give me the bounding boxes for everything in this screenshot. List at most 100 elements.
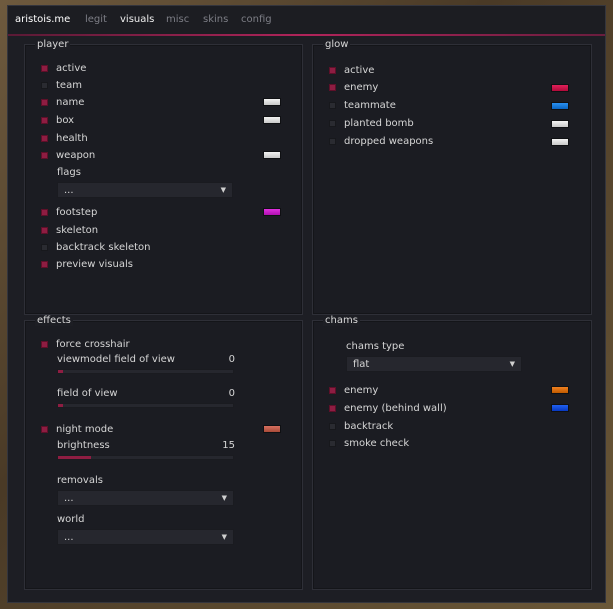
player-weapon-row[interactable]: weapon [41, 148, 95, 162]
viewmodel-fov-value: 0 [228, 354, 235, 365]
player-health-checkbox[interactable] [41, 134, 48, 142]
chams-enemy-checkbox[interactable] [329, 386, 336, 394]
chams-enemy-behind-wall-checkbox[interactable] [329, 404, 336, 412]
fov-value: 0 [228, 388, 235, 399]
glow-teammate-color-swatch[interactable] [551, 102, 569, 110]
chams-enemy-behind-wall-label: enemy (behind wall) [344, 402, 447, 414]
viewmodel-fov-label: viewmodel field of view [57, 354, 175, 365]
glow-enemy-row[interactable]: enemy [329, 80, 378, 94]
player-team-checkbox[interactable] [41, 81, 48, 89]
player-name-checkbox[interactable] [41, 98, 48, 106]
chevron-down-icon: ▼ [220, 186, 226, 194]
player-footstep-color-swatch[interactable] [263, 208, 281, 216]
brand-logo: aristois.me [15, 14, 71, 25]
player-box-row[interactable]: box [41, 113, 74, 127]
player-preview-visuals-checkbox[interactable] [41, 260, 48, 268]
flags-dropdown[interactable]: ... ▼ [57, 182, 233, 198]
player-name-label: name [56, 96, 85, 108]
player-skeleton-checkbox[interactable] [41, 226, 48, 234]
effects-panel: effects force crosshair viewmodel field … [24, 315, 303, 590]
tab-skins[interactable]: skins [203, 14, 228, 25]
player-box-checkbox[interactable] [41, 116, 48, 124]
player-weapon-color-swatch[interactable] [263, 151, 281, 159]
player-active-row[interactable]: active [41, 61, 86, 75]
glow-planted-bomb-row[interactable]: planted bomb [329, 116, 414, 130]
night-mode-checkbox[interactable] [41, 425, 48, 433]
player-panel: player active team name box health weapo… [24, 39, 303, 315]
tab-visuals[interactable]: visuals [120, 14, 154, 25]
force-crosshair-label: force crosshair [56, 338, 130, 350]
glow-teammate-row[interactable]: teammate [329, 98, 396, 112]
chams-enemy-behind-wall-color-swatch[interactable] [551, 404, 569, 412]
chams-smoke-check-label: smoke check [344, 437, 410, 449]
world-dropdown-value: ... [64, 531, 74, 543]
player-backtrack-skeleton-checkbox[interactable] [41, 243, 48, 251]
player-box-color-swatch[interactable] [263, 116, 281, 124]
chams-backtrack-checkbox[interactable] [329, 422, 336, 430]
removals-dropdown[interactable]: ... ▼ [57, 490, 234, 506]
player-team-row[interactable]: team [41, 78, 82, 92]
chevron-down-icon: ▼ [509, 360, 515, 368]
chams-enemy-color-swatch[interactable] [551, 386, 569, 394]
fov-slider[interactable] [57, 403, 234, 408]
chams-backtrack-row[interactable]: backtrack [329, 419, 393, 433]
world-dropdown[interactable]: ... ▼ [57, 529, 234, 545]
player-footstep-label: footstep [56, 206, 98, 218]
player-name-color-swatch[interactable] [263, 98, 281, 106]
night-mode-color-swatch[interactable] [263, 425, 281, 433]
glow-planted-bomb-checkbox[interactable] [329, 119, 336, 127]
player-box-label: box [56, 114, 75, 126]
player-backtrack-skeleton-row[interactable]: backtrack skeleton [41, 240, 151, 254]
tab-config[interactable]: config [241, 14, 272, 25]
glow-teammate-label: teammate [344, 99, 396, 111]
chams-enemy-label: enemy [344, 384, 379, 396]
tab-legit[interactable]: legit [85, 14, 107, 25]
chams-type-dropdown[interactable]: flat ▼ [346, 356, 522, 372]
chams-enemy-behind-wall-row[interactable]: enemy (behind wall) [329, 401, 447, 415]
effects-panel-title: effects [35, 315, 73, 326]
chams-panel-title: chams [323, 315, 360, 326]
glow-active-checkbox[interactable] [329, 66, 336, 74]
chevron-down-icon: ▼ [221, 494, 227, 502]
force-crosshair-checkbox[interactable] [41, 340, 48, 348]
tab-misc[interactable]: misc [166, 14, 189, 25]
player-weapon-checkbox[interactable] [41, 151, 48, 159]
player-footstep-checkbox[interactable] [41, 208, 48, 216]
glow-teammate-checkbox[interactable] [329, 101, 336, 109]
viewmodel-fov-slider[interactable] [57, 369, 234, 374]
force-crosshair-row[interactable]: force crosshair [41, 337, 130, 351]
player-health-row[interactable]: health [41, 131, 88, 145]
chams-smoke-check-checkbox[interactable] [329, 439, 336, 447]
player-skeleton-label: skeleton [56, 224, 99, 236]
glow-enemy-color-swatch[interactable] [551, 84, 569, 92]
world-label: world [57, 514, 85, 525]
removals-dropdown-value: ... [64, 492, 74, 504]
glow-dropped-weapons-checkbox[interactable] [329, 137, 336, 145]
glow-panel-title: glow [323, 39, 351, 50]
chams-enemy-row[interactable]: enemy [329, 383, 378, 397]
glow-active-row[interactable]: active [329, 63, 374, 77]
player-active-label: active [56, 62, 87, 74]
removals-label: removals [57, 475, 103, 486]
player-footstep-row[interactable]: footstep [41, 205, 97, 219]
fov-label: field of view [57, 388, 118, 399]
player-name-row[interactable]: name [41, 95, 84, 109]
chams-smoke-check-row[interactable]: smoke check [329, 436, 409, 450]
glow-planted-bomb-color-swatch[interactable] [551, 120, 569, 128]
night-mode-label: night mode [56, 423, 114, 435]
brightness-slider[interactable] [57, 455, 234, 460]
player-active-checkbox[interactable] [41, 64, 48, 72]
player-health-label: health [56, 132, 88, 144]
glow-enemy-label: enemy [344, 81, 379, 93]
player-skeleton-row[interactable]: skeleton [41, 223, 98, 237]
glow-dropped-weapons-color-swatch[interactable] [551, 138, 569, 146]
glow-enemy-checkbox[interactable] [329, 83, 336, 91]
brightness-slider-fill [58, 456, 92, 459]
night-mode-row[interactable]: night mode [41, 422, 113, 436]
glow-active-label: active [344, 64, 375, 76]
flags-dropdown-value: ... [64, 184, 74, 196]
glow-dropped-weapons-row[interactable]: dropped weapons [329, 134, 433, 148]
chevron-down-icon: ▼ [221, 533, 227, 541]
player-preview-visuals-row[interactable]: preview visuals [41, 257, 133, 271]
chams-type-dropdown-value: flat [353, 358, 370, 370]
